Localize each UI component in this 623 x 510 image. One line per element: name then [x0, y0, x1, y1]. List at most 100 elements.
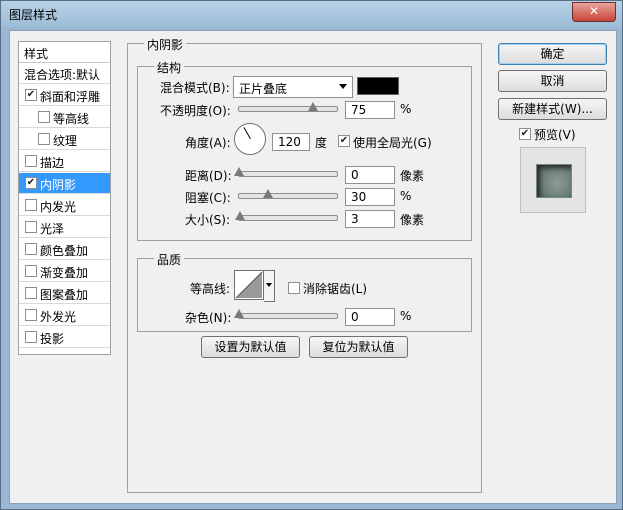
noise-slider[interactable] — [234, 309, 338, 319]
blend-mode-value: 正片叠底 — [239, 82, 288, 96]
style-list-item[interactable]: 内发光 — [19, 195, 110, 216]
style-item-checkbox[interactable] — [25, 287, 37, 299]
angle-value: 120 — [278, 135, 301, 149]
noise-label: 杂色(N): — [185, 311, 232, 325]
structure-group: 结构 混合模式(B): 正片叠底 不透明度(O): 75 % 角度(A): 12… — [137, 59, 472, 241]
style-item-checkbox[interactable] — [25, 199, 37, 211]
style-item-label: 颜色叠加 — [40, 244, 89, 258]
blending-options-item[interactable]: 混合选项:默认 — [19, 63, 110, 84]
angle-input[interactable]: 120 — [272, 133, 310, 151]
distance-input[interactable]: 0 — [345, 166, 395, 184]
anti-aliased-checkbox[interactable] — [288, 282, 300, 294]
distance-slider-thumb[interactable] — [234, 167, 244, 176]
style-item-label: 等高线 — [53, 112, 90, 126]
size-slider[interactable] — [235, 211, 338, 221]
style-preview-thumbnail — [520, 147, 586, 213]
choke-value: 30 — [351, 190, 367, 204]
anti-aliased-label: 消除锯齿(L) — [303, 282, 368, 296]
style-item-checkbox[interactable] — [25, 331, 37, 343]
use-global-light-checkbox[interactable] — [338, 135, 350, 147]
style-item-checkbox[interactable] — [25, 155, 37, 167]
size-input[interactable]: 3 — [345, 210, 395, 228]
shadow-color-swatch[interactable] — [357, 77, 399, 95]
style-item-label: 纹理 — [53, 134, 78, 148]
style-item-checkbox[interactable] — [38, 133, 50, 145]
distance-label: 距离(D): — [185, 169, 232, 183]
size-label: 大小(S): — [185, 213, 231, 227]
style-list-item[interactable]: 内阴影 — [19, 173, 110, 194]
angle-label: 角度(A): — [185, 136, 231, 150]
style-item-checkbox[interactable] — [25, 309, 37, 321]
style-item-checkbox[interactable] — [25, 89, 37, 101]
size-slider-thumb[interactable] — [235, 211, 246, 220]
style-list-header-label: 样式 — [24, 47, 49, 61]
style-item-checkbox[interactable] — [25, 243, 37, 255]
blend-mode-select[interactable]: 正片叠底 — [233, 76, 353, 98]
contour-label: 等高线: — [190, 282, 231, 296]
choke-slider[interactable] — [238, 189, 338, 199]
preview-checkbox[interactable] — [519, 128, 531, 140]
style-item-checkbox[interactable] — [25, 221, 37, 233]
style-item-label: 斜面和浮雕 — [40, 90, 101, 104]
style-list-item[interactable]: 斜面和浮雕 — [19, 85, 110, 106]
style-item-checkbox[interactable] — [25, 177, 37, 189]
angle-unit: 度 — [315, 136, 328, 150]
style-list-item[interactable]: 光泽 — [19, 217, 110, 238]
style-item-checkbox[interactable] — [38, 111, 50, 123]
style-list-item[interactable]: 描边 — [19, 151, 110, 172]
style-item-label: 投影 — [40, 332, 65, 346]
style-item-label: 图案叠加 — [40, 288, 89, 302]
distance-slider[interactable] — [234, 167, 338, 177]
style-list-item[interactable]: 纹理 — [19, 129, 110, 150]
title-bar[interactable]: 图层样式 ✕ — [1, 1, 622, 27]
use-global-light-label: 使用全局光(G) — [353, 136, 432, 150]
opacity-slider[interactable] — [238, 102, 338, 112]
reset-to-default-button[interactable]: 复位为默认值 — [309, 336, 408, 358]
choke-unit: % — [400, 189, 412, 203]
style-item-label: 内发光 — [40, 200, 77, 214]
layer-style-dialog: 图层样式 ✕ 样式 混合选项:默认 斜面和浮雕等高线纹理描边内阴影内发光光泽颜色… — [0, 0, 623, 510]
set-as-default-button[interactable]: 设置为默认值 — [201, 336, 300, 358]
style-list-item[interactable]: 渐变叠加 — [19, 261, 110, 282]
style-list-item[interactable]: 颜色叠加 — [19, 239, 110, 260]
style-list-item[interactable]: 图案叠加 — [19, 283, 110, 304]
contour-picker[interactable] — [234, 270, 264, 300]
opacity-input[interactable]: 75 — [345, 101, 395, 119]
style-preview-swatch — [536, 164, 572, 198]
style-item-label: 内阴影 — [40, 178, 77, 192]
style-item-checkbox[interactable] — [25, 265, 37, 277]
close-button[interactable]: ✕ — [572, 2, 616, 22]
contour-dropdown-button[interactable] — [264, 270, 275, 302]
quality-title: 品质 — [154, 251, 185, 268]
cancel-button[interactable]: 取消 — [498, 70, 607, 92]
style-item-label: 光泽 — [40, 222, 65, 236]
dialog-body: 样式 混合选项:默认 斜面和浮雕等高线纹理描边内阴影内发光光泽颜色叠加渐变叠加图… — [9, 30, 617, 504]
window-title: 图层样式 — [9, 8, 58, 22]
choke-slider-thumb[interactable] — [263, 189, 274, 198]
style-item-label: 渐变叠加 — [40, 266, 89, 280]
opacity-unit: % — [400, 102, 412, 116]
noise-unit: % — [400, 309, 412, 323]
choke-input[interactable]: 30 — [345, 188, 395, 206]
style-list: 样式 混合选项:默认 斜面和浮雕等高线纹理描边内阴影内发光光泽颜色叠加渐变叠加图… — [18, 41, 111, 355]
style-list-item[interactable]: 投影 — [19, 327, 110, 348]
opacity-slider-thumb[interactable] — [307, 102, 318, 111]
style-list-header[interactable]: 样式 — [19, 42, 110, 63]
quality-group: 品质 等高线: 消除锯齿(L) 杂色(N): 0 % — [137, 251, 472, 332]
size-unit: 像素 — [400, 213, 425, 227]
style-list-item[interactable]: 外发光 — [19, 305, 110, 326]
style-list-item[interactable]: 等高线 — [19, 107, 110, 128]
opacity-value: 75 — [351, 103, 367, 117]
choke-label: 阻塞(C): — [185, 191, 231, 205]
opacity-label: 不透明度(O): — [160, 104, 231, 118]
angle-dial[interactable] — [234, 123, 266, 155]
new-style-button[interactable]: 新建样式(W)... — [498, 98, 607, 120]
preview-label: 预览(V) — [534, 128, 576, 142]
blend-mode-label: 混合模式(B): — [160, 81, 230, 95]
angle-dial-hand — [243, 127, 251, 139]
noise-slider-thumb[interactable] — [234, 309, 244, 318]
panel-title: 内阴影 — [144, 36, 187, 53]
distance-unit: 像素 — [400, 169, 425, 183]
ok-button[interactable]: 确定 — [498, 43, 607, 65]
noise-input[interactable]: 0 — [345, 308, 395, 326]
